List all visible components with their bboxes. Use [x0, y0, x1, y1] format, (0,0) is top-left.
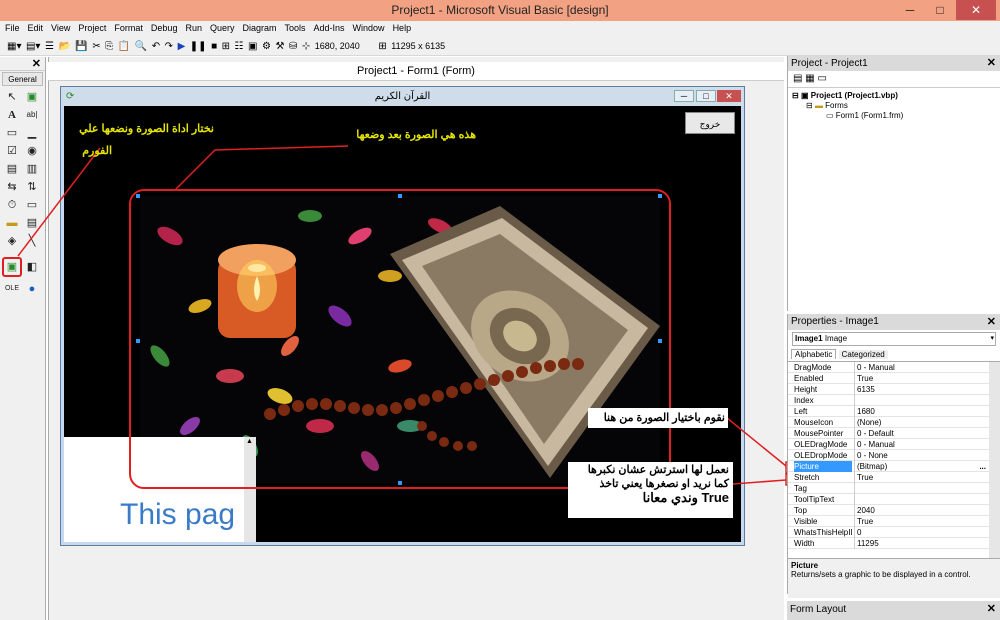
property-description: Picture Returns/sets a graphic to be dis… — [788, 558, 1000, 598]
properties-header-title: Properties - Image1 — [791, 316, 879, 327]
ellipsis-button[interactable]: ... — [979, 461, 986, 472]
object-type: Image — [824, 334, 848, 343]
property-row[interactable]: WhatsThisHelpID 0 — [788, 527, 1000, 538]
folder-icon: ▬ — [814, 101, 823, 110]
toggle-folders-icon[interactable]: ▭ — [817, 73, 826, 84]
properties-window: Properties - Image1 ✕ Image1 Image ▾ Alpha… — [787, 314, 1000, 598]
form-layout-title: Form Layout — [790, 604, 847, 615]
project-explorer: Project - Project1 ✕ ▤ ▦ ▭ ⊟ ▣ Project1 (… — [787, 56, 1000, 311]
callout-stretch: نعمل لها استرتش عشان نكبرها كما نريد او … — [568, 462, 733, 518]
chevron-down-icon[interactable]: ▾ — [990, 333, 994, 345]
callout-stretch-line-1: نعمل لها استرتش عشان نكبرها — [587, 464, 729, 476]
project-header: Project - Project1 ✕ — [788, 56, 1000, 71]
property-row[interactable]: OLEDragMode 0 - Manual — [788, 439, 1000, 450]
collapse-icon[interactable]: ⊟ — [806, 101, 813, 110]
tab-categorized[interactable]: Categorized — [838, 350, 888, 359]
property-row[interactable]: Tag — [788, 483, 1000, 494]
description-text: Returns/sets a graphic to be displayed i… — [791, 570, 971, 579]
form-layout-header: Form Layout ✕ — [787, 601, 1000, 620]
property-row-stretch[interactable]: Stretch True — [788, 472, 1000, 483]
properties-header: Properties - Image1 ✕ — [788, 314, 1000, 330]
property-row[interactable]: Index — [788, 395, 1000, 406]
annotation-after-place: هذه هي الصورة بعد وضعها — [356, 129, 476, 141]
property-row-picture[interactable]: Picture (Bitmap)... — [788, 461, 1000, 472]
project-header-title: Project - Project1 — [791, 58, 868, 69]
project-icon: ▣ — [800, 91, 809, 100]
property-row[interactable]: Visible True — [788, 516, 1000, 527]
close-icon[interactable]: ✕ — [987, 601, 996, 618]
property-row[interactable]: ToolTipText — [788, 494, 1000, 505]
close-icon[interactable]: ✕ — [987, 56, 996, 71]
property-grid: DragMode 0 - Manual Enabled True Height 613… — [788, 362, 1000, 558]
view-code-icon[interactable]: ▤ — [793, 73, 802, 84]
tree-root[interactable]: ⊟ ▣ Project1 (Project1.vbp) — [792, 91, 996, 100]
property-row[interactable]: Height 6135 — [788, 384, 1000, 395]
close-icon[interactable]: ✕ — [987, 314, 996, 330]
callout-stretch-line-2: كما نريد او نصغرها يعني تاخذ — [599, 478, 729, 490]
property-row[interactable]: Width 11295 — [788, 538, 1000, 549]
annotation-choose-tool-2: الفورم — [82, 145, 112, 157]
object-dropdown[interactable]: Image1 Image ▾ — [792, 332, 996, 346]
callout-stretch-line-3: True وندي معانا — [642, 490, 729, 505]
tree-folder-label: Forms — [825, 101, 848, 110]
project-toolbar: ▤ ▦ ▭ — [788, 71, 1000, 88]
object-name: Image1 — [795, 334, 823, 343]
view-object-icon[interactable]: ▦ — [805, 73, 814, 84]
property-row[interactable]: Top 2040 — [788, 505, 1000, 516]
project-tree: ⊟ ▣ Project1 (Project1.vbp) ⊟ ▬ Forms ▭ … — [788, 88, 1000, 123]
tree-root-label: Project1 (Project1.vbp) — [810, 91, 898, 100]
property-row[interactable]: MousePointer 0 - Default — [788, 428, 1000, 439]
tree-form-item[interactable]: ▭ Form1 (Form1.frm) — [792, 111, 996, 120]
tree-folder[interactable]: ⊟ ▬ Forms — [792, 101, 996, 110]
property-row[interactable]: DragMode 0 - Manual — [788, 362, 1000, 373]
properties-tabs: Alphabetic Categorized — [788, 348, 1000, 362]
property-row[interactable]: Enabled True — [788, 373, 1000, 384]
annotation-choose-tool: نختار اداة الصورة ونضعها علي — [79, 123, 214, 135]
form-icon: ▭ — [826, 111, 834, 120]
properties-scrollbar[interactable] — [989, 362, 1000, 558]
tree-form-label: Form1 (Form1.frm) — [835, 111, 904, 120]
property-row[interactable]: Left 1680 — [788, 406, 1000, 417]
description-title: Picture — [791, 561, 819, 570]
callout-choose-picture: نقوم باختيار الصورة من هنا — [588, 408, 728, 428]
collapse-icon[interactable]: ⊟ — [792, 91, 799, 100]
tab-alphabetic[interactable]: Alphabetic — [791, 349, 837, 359]
property-row[interactable]: MouseIcon (None) — [788, 417, 1000, 428]
property-row[interactable]: OLEDropMode 0 - None — [788, 450, 1000, 461]
